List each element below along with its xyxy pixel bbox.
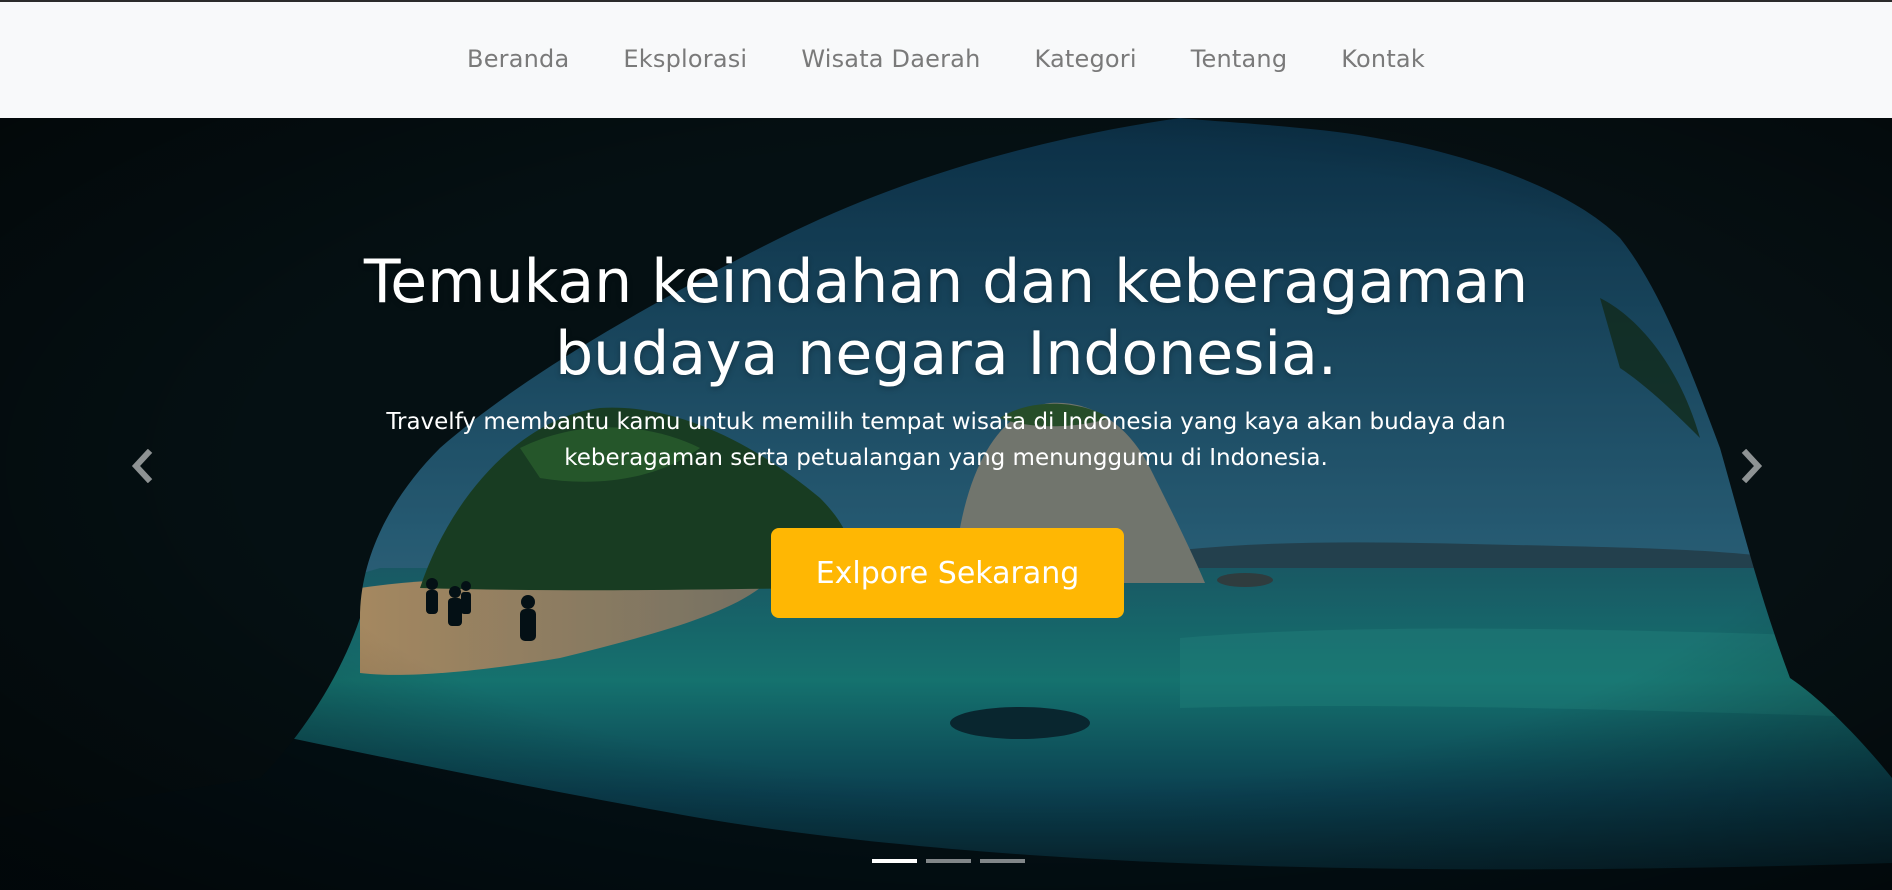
carousel-indicator-3[interactable] bbox=[979, 859, 1025, 863]
hero-subtext: Travelfy membantu kamu untuk memilih tem… bbox=[386, 409, 1506, 471]
carousel-indicator-1[interactable] bbox=[871, 859, 917, 863]
carousel-indicator-2[interactable] bbox=[925, 859, 971, 863]
hero-background-image bbox=[0, 118, 1892, 890]
carousel-prev-button[interactable] bbox=[112, 428, 172, 508]
explore-now-button[interactable]: Exlpore Sekarang bbox=[771, 528, 1124, 618]
nav-link-eksplorasi[interactable]: Eksplorasi bbox=[623, 45, 747, 73]
navbar: Beranda Eksplorasi Wisata Daerah Kategor… bbox=[0, 0, 1892, 118]
nav-link-tentang[interactable]: Tentang bbox=[1191, 45, 1288, 73]
nav-link-kontak[interactable]: Kontak bbox=[1341, 45, 1425, 73]
nav-link-wisata-daerah[interactable]: Wisata Daerah bbox=[801, 45, 980, 73]
main-nav: Beranda Eksplorasi Wisata Daerah Kategor… bbox=[467, 45, 1425, 73]
chevron-right-icon bbox=[1739, 448, 1765, 487]
carousel-next-button[interactable] bbox=[1722, 428, 1782, 508]
nav-link-beranda[interactable]: Beranda bbox=[467, 45, 569, 73]
hero-carousel: Temukan keindahan dan keberagaman budaya… bbox=[0, 118, 1892, 890]
carousel-indicators bbox=[0, 859, 1892, 863]
hero-caption: Temukan keindahan dan keberagaman budaya… bbox=[0, 246, 1892, 476]
nav-link-kategori[interactable]: Kategori bbox=[1034, 45, 1136, 73]
hero-headline: Temukan keindahan dan keberagaman budaya… bbox=[363, 247, 1529, 389]
chevron-left-icon bbox=[129, 448, 155, 487]
